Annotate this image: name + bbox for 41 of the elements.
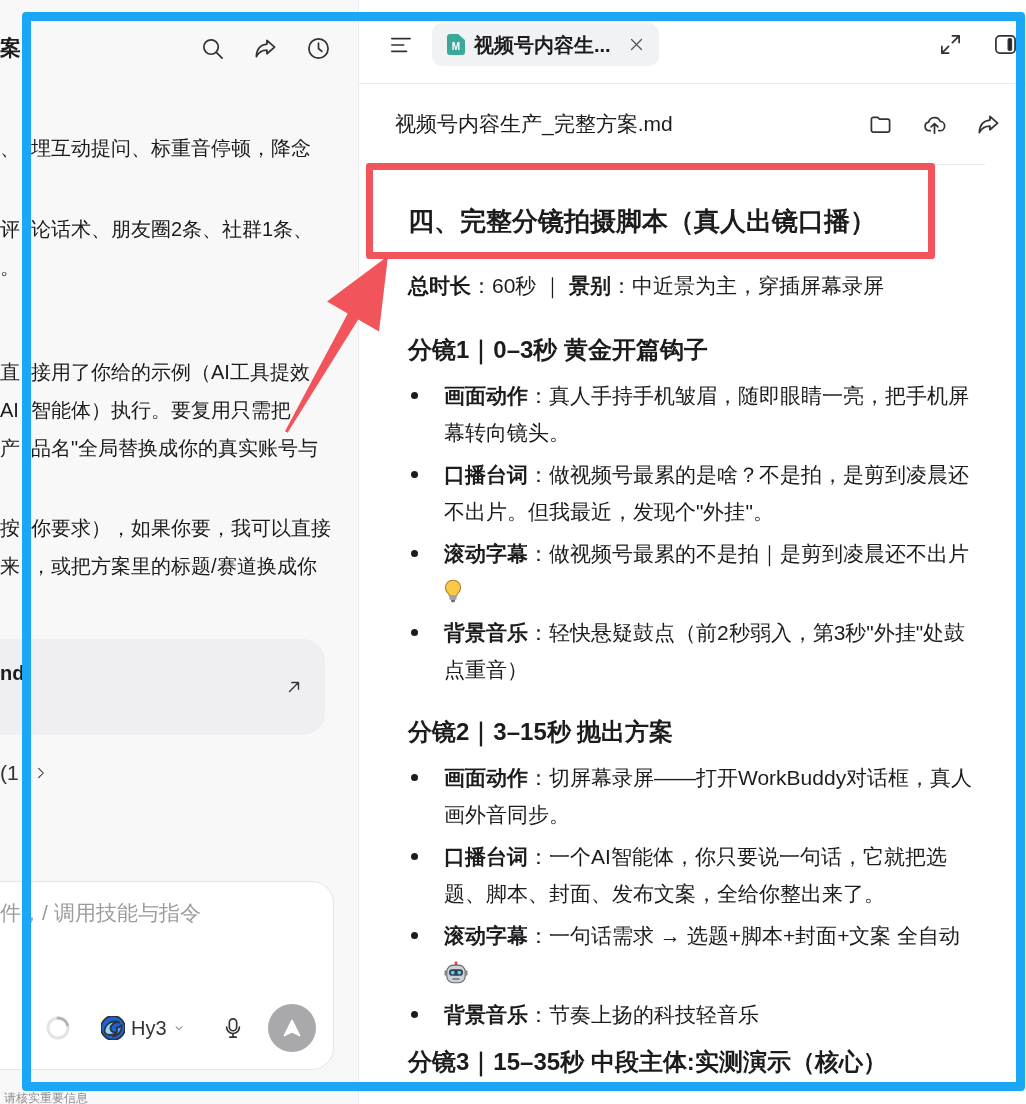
clock-icon[interactable] (307, 36, 330, 60)
chat-title: 案 (0, 35, 21, 61)
message-text: 按你要求），如果你要，我可以直接 来，或把方案里的标题/赛道换成你 (0, 516, 331, 579)
list-item-text: 画面动作：切屏幕录屏——打开WorkBuddy对话框，真人画外音同步。 (444, 765, 974, 828)
bullet-icon (411, 1011, 418, 1018)
bullet-icon (411, 550, 418, 557)
swirl-logo-icon (101, 1016, 125, 1040)
list-item-text: 口播台词：做视频号最累的是啥？不是拍，是剪到凌晨还不出片。但我最近，发现个"外挂"。 (444, 462, 970, 525)
robot-icon (444, 960, 468, 985)
footer-note: 请核实重要信息 (3, 1092, 88, 1104)
spinner-icon (46, 1016, 70, 1040)
lightbulb-icon (444, 578, 462, 603)
chevron-down-icon (172, 1023, 185, 1033)
expand-toggle[interactable]: (1 (0, 761, 48, 785)
message-text: 、埋互动提问、标重音停顿，降念 (0, 136, 311, 161)
file-title: 视频号内容生产_完整方案.md (395, 111, 673, 137)
section-heading: 分镜1｜0–3秒 黄金开篇钩子 (408, 335, 710, 366)
bullet-icon (411, 853, 418, 860)
expand-icon[interactable] (939, 33, 962, 56)
section-heading: 分镜3｜15–35秒 中段主体:实测演示（核心） (408, 1047, 888, 1078)
list-item-text: 滚动字幕：一句话需求 → 选题+脚本+封面+文案 全自动 (444, 923, 962, 949)
message-input[interactable]: 件，/ 调用技能与指令 (0, 900, 300, 926)
message-text: 评论话术、朋友圈2条、社群1条、 。 (0, 217, 314, 280)
list-item-text: 画面动作：真人手持手机皱眉，随即眼睛一亮，把手机屏幕转向镜头。 (444, 383, 970, 446)
list-item-text: 背景音乐：轻快悬疑鼓点（前2秒弱入，第3秒"外挂"处鼓点重音） (444, 620, 967, 683)
document-heading: 四、完整分镜拍摄脚本（真人出镜口播） (408, 205, 877, 238)
model-selector[interactable]: Hy3 (101, 1016, 185, 1040)
search-icon[interactable] (201, 36, 224, 60)
list-item-text: 口播台词：一个AI智能体，你只要说一句话，它就把选题、脚本、封面、发布文案，全给你整出来了。 (444, 844, 948, 907)
list-item-text: 滚动字幕：做视频号最累的不是拍｜是剪到凌晨还不出片 (444, 541, 970, 569)
list-item-text: 背景音乐：节奏上扬的科技轻音乐 (444, 1002, 760, 1028)
bullet-icon (411, 774, 418, 781)
meta-line: 总时长：60秒 ｜ 景别：中近景为主，穿插屏幕录屏 (408, 273, 886, 301)
bullet-icon (411, 471, 418, 478)
bullet-icon (411, 932, 418, 939)
bullet-icon (411, 629, 418, 636)
sidebar-icon[interactable] (994, 33, 1017, 56)
bullet-icon (411, 392, 418, 399)
file-icon: M (447, 34, 465, 55)
section-heading: 分镜2｜3–15秒 抛出方案 (408, 717, 675, 748)
file-tab[interactable]: M 视频号内容生... (432, 23, 659, 66)
